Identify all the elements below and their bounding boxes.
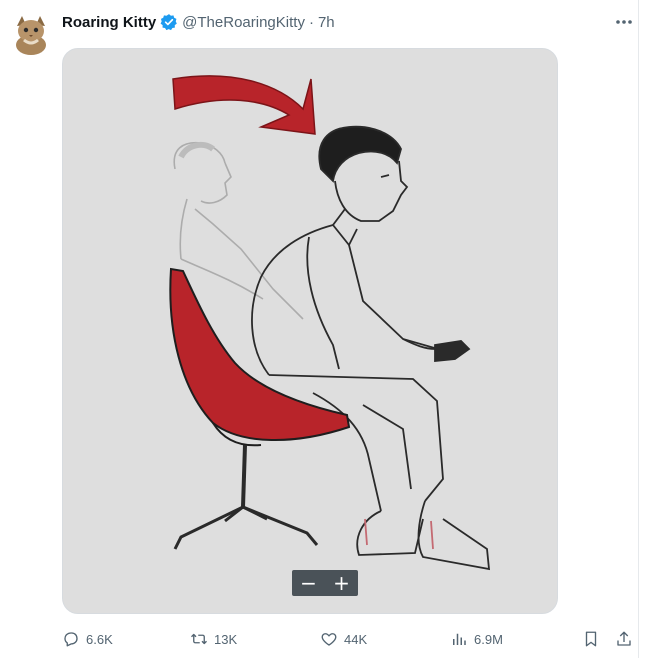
zoom-in-button[interactable]: +	[325, 570, 358, 596]
views-icon	[453, 633, 466, 645]
action-bar: 6.6K 13K 44K 6.9M	[62, 628, 636, 650]
post-time[interactable]: 7h	[318, 14, 335, 31]
like-icon	[321, 633, 337, 646]
view-count: 6.9M	[474, 631, 503, 647]
share-icon	[617, 631, 631, 646]
chair-illustration	[169, 75, 491, 571]
reply-button[interactable]: 6.6K	[62, 628, 113, 650]
like-button[interactable]: 44K	[320, 628, 367, 650]
kitten-avatar-icon	[16, 16, 46, 55]
verified-icon	[160, 13, 178, 31]
zoom-out-button[interactable]: −	[292, 570, 325, 596]
tweet-header: Roaring Kitty @TheRoaringKitty · 7h	[62, 11, 335, 33]
avatar[interactable]	[12, 12, 50, 56]
post-image[interactable]: − +	[62, 48, 558, 614]
display-name[interactable]: Roaring Kitty	[62, 14, 156, 31]
reply-count: 6.6K	[86, 631, 113, 647]
views-button[interactable]: 6.9M	[450, 628, 503, 650]
repost-count: 13K	[214, 631, 238, 647]
zoom-controls: − +	[292, 570, 358, 596]
share-button[interactable]	[615, 630, 633, 648]
bookmark-icon	[585, 631, 597, 647]
more-icon[interactable]	[614, 12, 634, 32]
repost-icon	[191, 633, 207, 645]
timeline-border	[638, 0, 639, 658]
repost-button[interactable]: 13K	[190, 628, 237, 650]
like-count: 44K	[344, 631, 368, 647]
separator-dot: ·	[308, 13, 314, 31]
bookmark-button[interactable]	[582, 630, 600, 648]
user-handle[interactable]: @TheRoaringKitty	[182, 14, 305, 31]
reply-icon	[64, 632, 78, 647]
